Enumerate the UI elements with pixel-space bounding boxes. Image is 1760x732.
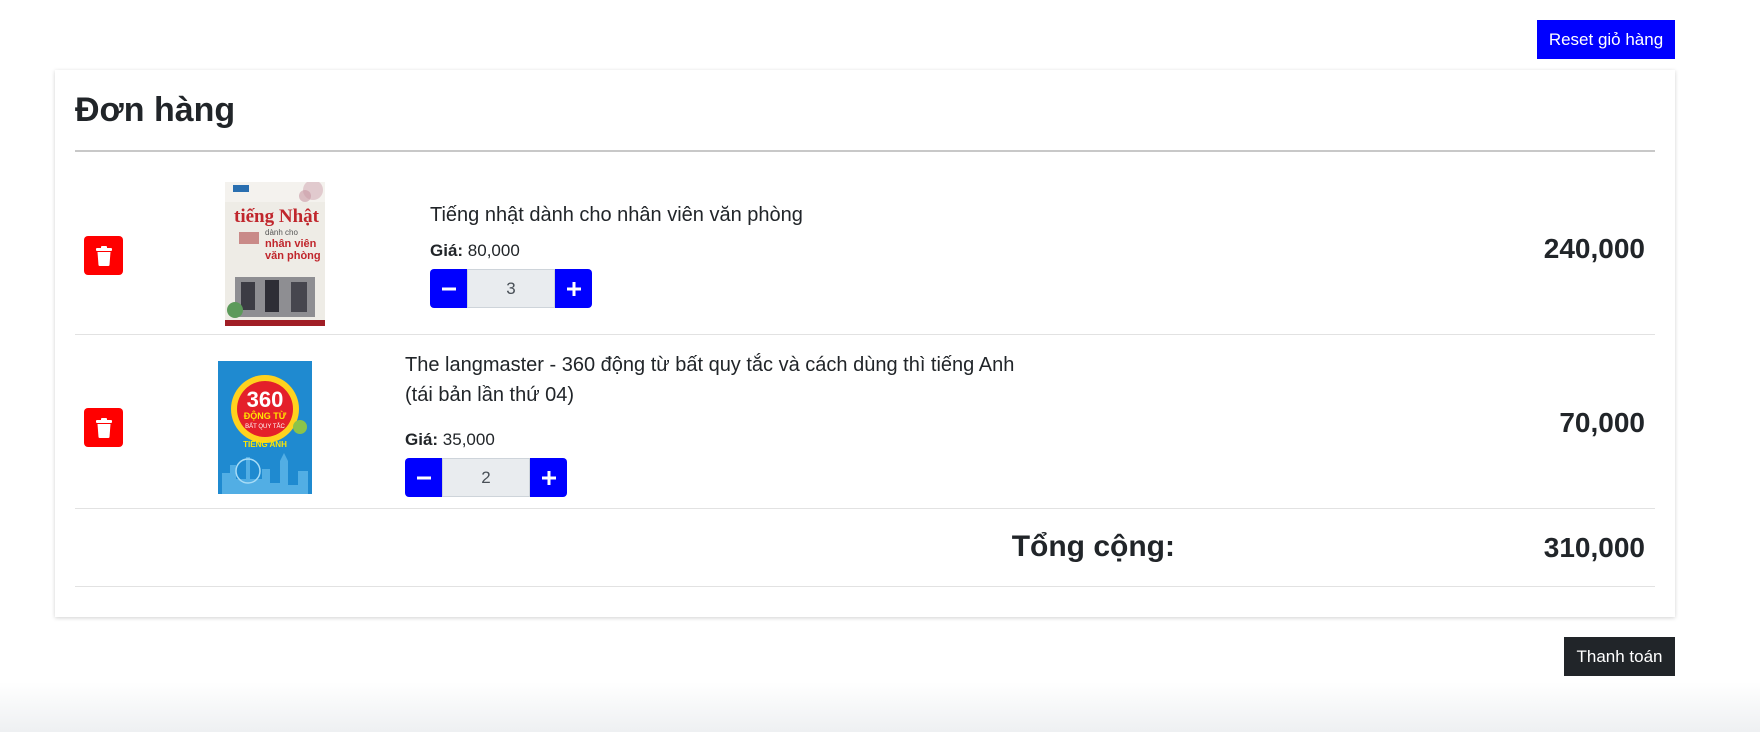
decrement-button[interactable] [430,269,467,308]
total-label: Tổng cộng: [1011,530,1175,563]
quantity-stepper [430,269,592,308]
cover-subtitle: dành cho [265,228,298,237]
minus-icon [416,476,431,479]
trash-icon [95,417,112,438]
product-image: tiếng Nhật dành cho nhân viên văn phòng [225,182,325,326]
cover-subtitle: ĐỘNG TỪ [244,410,287,421]
trash-icon [95,245,112,266]
price-label: Giá: [430,241,464,260]
row-divider [75,508,1655,509]
increment-button[interactable] [530,458,567,497]
product-image: 360 ĐỘNG TỪ BẤT QUY TẮC TIẾNG ANH [218,361,312,494]
item-name[interactable]: Tiếng nhật dành cho nhân viên văn phòng [430,200,1030,230]
minus-icon [441,287,456,290]
line-total: 70,000 [1559,407,1645,438]
quantity-input[interactable] [442,458,530,497]
quantity-stepper [405,458,567,497]
price-label: Giá: [405,430,439,449]
price-value: 80,000 [467,241,520,260]
title-divider [75,150,1655,152]
order-card: Đơn hàng tiếng Nhật dành cho nhân viên v… [55,70,1675,617]
cover-subtitle: nhân viên [265,238,317,250]
checkout-button[interactable]: Thanh toán [1564,637,1675,676]
row-divider [75,334,1655,335]
decrement-button[interactable] [405,458,442,497]
row-divider [75,586,1655,587]
cover-subtitle: TIẾNG ANH [243,439,287,449]
total-value: 310,000 [1543,532,1645,563]
increment-button[interactable] [555,269,592,308]
reset-cart-button[interactable]: Reset giỏ hàng [1537,20,1675,59]
item-name[interactable]: The langmaster - 360 động từ bất quy tắc… [405,350,1045,410]
cover-subtitle: văn phòng [265,250,321,262]
page-footer-fade [0,682,1760,732]
plus-icon [566,281,581,296]
cover-title: tiếng Nhật [234,206,320,227]
item-price: Giá: 80,000 [430,241,520,261]
quantity-input[interactable] [467,269,555,308]
cover-subtitle: BẤT QUY TẮC [245,422,285,430]
plus-icon [541,470,556,485]
page-title: Đơn hàng [75,91,236,129]
delete-item-button[interactable] [84,408,123,447]
item-price: Giá: 35,000 [405,430,495,450]
cover-title: 360 [247,387,284,412]
price-value: 35,000 [442,430,495,449]
line-total: 240,000 [1543,233,1645,264]
delete-item-button[interactable] [84,236,123,275]
